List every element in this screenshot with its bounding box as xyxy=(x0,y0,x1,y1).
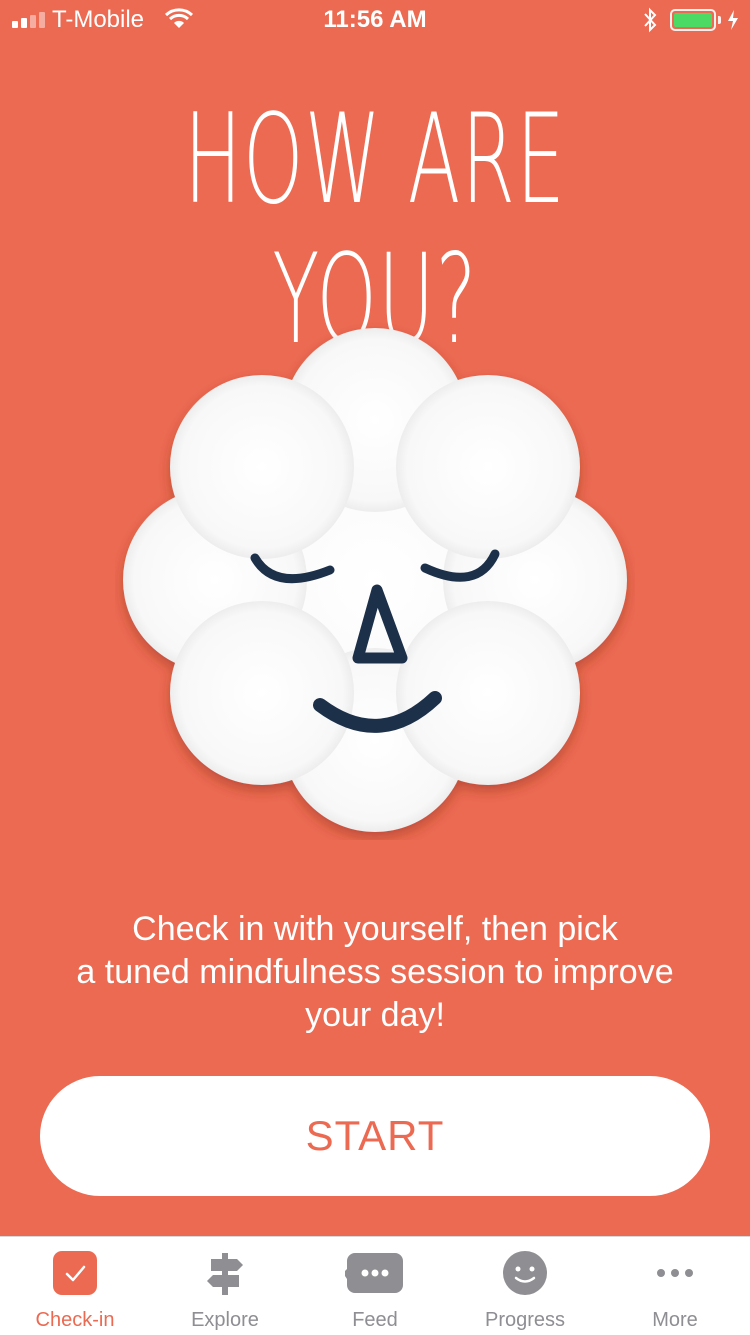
checkmark-icon xyxy=(53,1251,97,1295)
charging-bolt-icon xyxy=(728,10,738,30)
smiling-cloud-mascot-icon xyxy=(123,328,627,832)
tab-label: Feed xyxy=(352,1309,398,1331)
battery-icon xyxy=(670,9,716,31)
signpost-icon xyxy=(207,1253,243,1295)
tab-more[interactable]: More xyxy=(600,1237,750,1335)
tab-label: More xyxy=(652,1309,698,1331)
smiley-icon xyxy=(503,1251,547,1295)
tab-label: Explore xyxy=(191,1309,259,1331)
bluetooth-icon xyxy=(644,7,657,33)
tab-feed[interactable]: Feed xyxy=(300,1237,450,1335)
tab-explore[interactable]: Explore xyxy=(150,1237,300,1335)
tab-label: Progress xyxy=(484,1309,566,1331)
checkin-description: Check in with yourself, then pick a tune… xyxy=(76,910,674,1034)
battery-tip xyxy=(718,16,721,24)
chat-bubble-icon xyxy=(345,1253,403,1293)
ellipsis-icon xyxy=(657,1269,693,1277)
tab-progress[interactable]: Progress xyxy=(450,1237,600,1335)
tab-check-in[interactable]: Check-in xyxy=(0,1237,150,1335)
tab-bar: Check-in Explore Feed Progress More xyxy=(0,1236,750,1335)
start-button[interactable]: START xyxy=(40,1076,710,1196)
status-bar: T-Mobile 11:56 AM xyxy=(0,0,750,40)
status-time: 11:56 AM xyxy=(323,6,427,33)
tab-label: Check-in xyxy=(35,1309,115,1331)
